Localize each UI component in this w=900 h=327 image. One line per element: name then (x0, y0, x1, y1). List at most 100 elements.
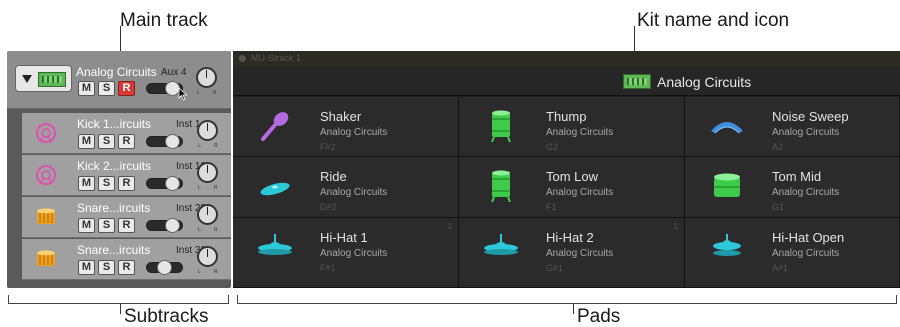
hihat-icon (258, 234, 292, 255)
disclosure-button[interactable] (15, 65, 72, 92)
drum-icon (491, 170, 511, 203)
solo-button[interactable]: S (98, 218, 115, 233)
kick-drum-icon (36, 165, 56, 185)
pad-hi-hat-1[interactable]: Hi-Hat 1 Analog Circuits F#1 1 (233, 218, 459, 288)
pad-kit: Analog Circuits (772, 127, 840, 138)
pan-knob[interactable] (197, 120, 218, 141)
toolbar-ghost-label: MU-Strack 1 (251, 53, 302, 63)
pad-name: Hi-Hat 1 (320, 230, 368, 245)
track-list: Analog Circuits Aux 4 M S R L R Kick 1..… (7, 51, 231, 288)
subtrack[interactable]: Snare...ircuits Inst 30 M S R L R (22, 239, 231, 280)
pad-ride[interactable]: Ride Analog Circuits D#2 (233, 157, 459, 218)
volume-slider-knob[interactable] (165, 218, 180, 233)
pad-note: D#2 (320, 202, 337, 212)
mouse-pointer-icon (178, 87, 188, 101)
solo-button[interactable]: S (98, 134, 115, 149)
mute-button[interactable]: M (78, 218, 95, 233)
pad-kit: Analog Circuits (320, 248, 388, 259)
mute-button[interactable]: M (78, 134, 95, 149)
subtrack-name: Snare...ircuits (77, 201, 151, 215)
record-dot-icon (239, 55, 246, 62)
pad-hi-hat-open[interactable]: Hi-Hat Open Analog Circuits A#1 (685, 218, 900, 288)
callout-line-main-track (120, 26, 121, 51)
pan-lr-label: L R (198, 143, 224, 149)
pad-choke-group: 1 (447, 222, 452, 231)
figure: Main track Kit name and icon Subtracks P… (0, 0, 900, 327)
drum-icon (491, 110, 511, 143)
pad-shaker[interactable]: Shaker Analog Circuits F#2 (233, 97, 459, 157)
pad-note: G#1 (546, 263, 564, 273)
pad-note: F#2 (320, 142, 336, 152)
main-track-tag: Aux 4 (161, 67, 187, 78)
pad-kit: Analog Circuits (772, 187, 840, 198)
shaker-icon (261, 112, 289, 141)
pad-thump[interactable]: Thump Analog Circuits G2 (459, 97, 685, 157)
pad-tom-mid[interactable]: Tom Mid Analog Circuits G1 (685, 157, 900, 218)
pan-lr-label: L R (198, 185, 224, 191)
pan-lr-label: L R (197, 90, 223, 96)
mute-button[interactable]: M (78, 176, 95, 191)
volume-slider[interactable] (146, 218, 183, 233)
pad-note: F#1 (320, 263, 336, 273)
record-enable-button[interactable]: R (118, 218, 135, 233)
pad-kit: Analog Circuits (320, 127, 388, 138)
solo-button[interactable]: S (98, 260, 115, 275)
subtrack-name: Kick 2...ircuits (77, 159, 152, 173)
subtrack[interactable]: Kick 1...ircuits Inst 1 M S R L R (22, 113, 231, 154)
main-track-name: Analog Circuits (76, 65, 157, 79)
pad-kit: Analog Circuits (320, 187, 388, 198)
kick-drum-icon (36, 123, 56, 143)
subtrack[interactable]: Snare...ircuits Inst 29 M S R L R (22, 197, 231, 238)
callout-main-track: Main track (120, 10, 208, 31)
pad-name: Noise Sweep (772, 109, 849, 124)
callout-subtracks: Subtracks (124, 306, 209, 327)
solo-button[interactable]: S (98, 176, 115, 191)
mute-button[interactable]: M (78, 260, 95, 275)
volume-slider-knob[interactable] (157, 260, 172, 275)
volume-slider-knob[interactable] (165, 176, 180, 191)
pan-lr-label: L R (198, 227, 224, 233)
pad-note: F1 (546, 202, 557, 212)
tom-drum-icon (714, 173, 740, 197)
volume-slider[interactable] (146, 134, 183, 149)
callout-line-pads (573, 304, 574, 314)
record-enable-button[interactable]: R (118, 81, 135, 96)
drum-pads-panel: MU-Strack 1 Analog Circuits Shaker Analo… (233, 51, 900, 288)
drum-machine-icon (38, 72, 66, 87)
record-enable-button[interactable]: R (118, 260, 135, 275)
volume-slider[interactable] (146, 260, 183, 275)
disclosure-triangle-icon (22, 75, 32, 83)
main-track[interactable]: Analog Circuits Aux 4 M S R L R (7, 51, 231, 109)
hihat-icon (484, 234, 518, 255)
record-enable-button[interactable]: R (118, 134, 135, 149)
pad-name: Tom Mid (772, 169, 822, 184)
bracket-subtracks (8, 295, 229, 304)
pan-knob[interactable] (197, 162, 218, 183)
volume-slider-knob[interactable] (165, 134, 180, 149)
pad-kit: Analog Circuits (546, 127, 614, 138)
pad-grid: Shaker Analog Circuits F#2 Thump Analog … (233, 97, 900, 288)
mute-button[interactable]: M (78, 81, 95, 96)
pad-note: G1 (772, 202, 785, 212)
record-enable-button[interactable]: R (118, 176, 135, 191)
bracket-pads (237, 295, 897, 304)
pad-hi-hat-2[interactable]: Hi-Hat 2 Analog Circuits G#1 1 (459, 218, 685, 288)
ride-cymbal-icon (260, 182, 290, 196)
pan-lr-label: L R (198, 269, 224, 275)
pad-noise-sweep[interactable]: Noise Sweep Analog Circuits A2 (685, 97, 900, 157)
kit-name: Analog Circuits (657, 74, 752, 90)
kit-header[interactable]: Analog Circuits (233, 67, 900, 96)
subtrack[interactable]: Kick 2...ircuits Inst 10 M S R L R (22, 155, 231, 196)
pan-knob[interactable] (197, 246, 218, 267)
pad-name: Ride (320, 169, 347, 184)
pad-kit: Analog Circuits (546, 248, 614, 259)
pad-name: Tom Low (546, 169, 599, 184)
pad-tom-low[interactable]: Tom Low Analog Circuits F1 (459, 157, 685, 218)
solo-button[interactable]: S (98, 81, 115, 96)
pan-knob[interactable] (197, 204, 218, 225)
snare-drum-icon (37, 250, 55, 266)
hihat-icon (713, 234, 741, 256)
volume-slider[interactable] (146, 176, 183, 191)
pan-knob[interactable] (196, 67, 217, 88)
pad-name: Thump (546, 109, 587, 124)
